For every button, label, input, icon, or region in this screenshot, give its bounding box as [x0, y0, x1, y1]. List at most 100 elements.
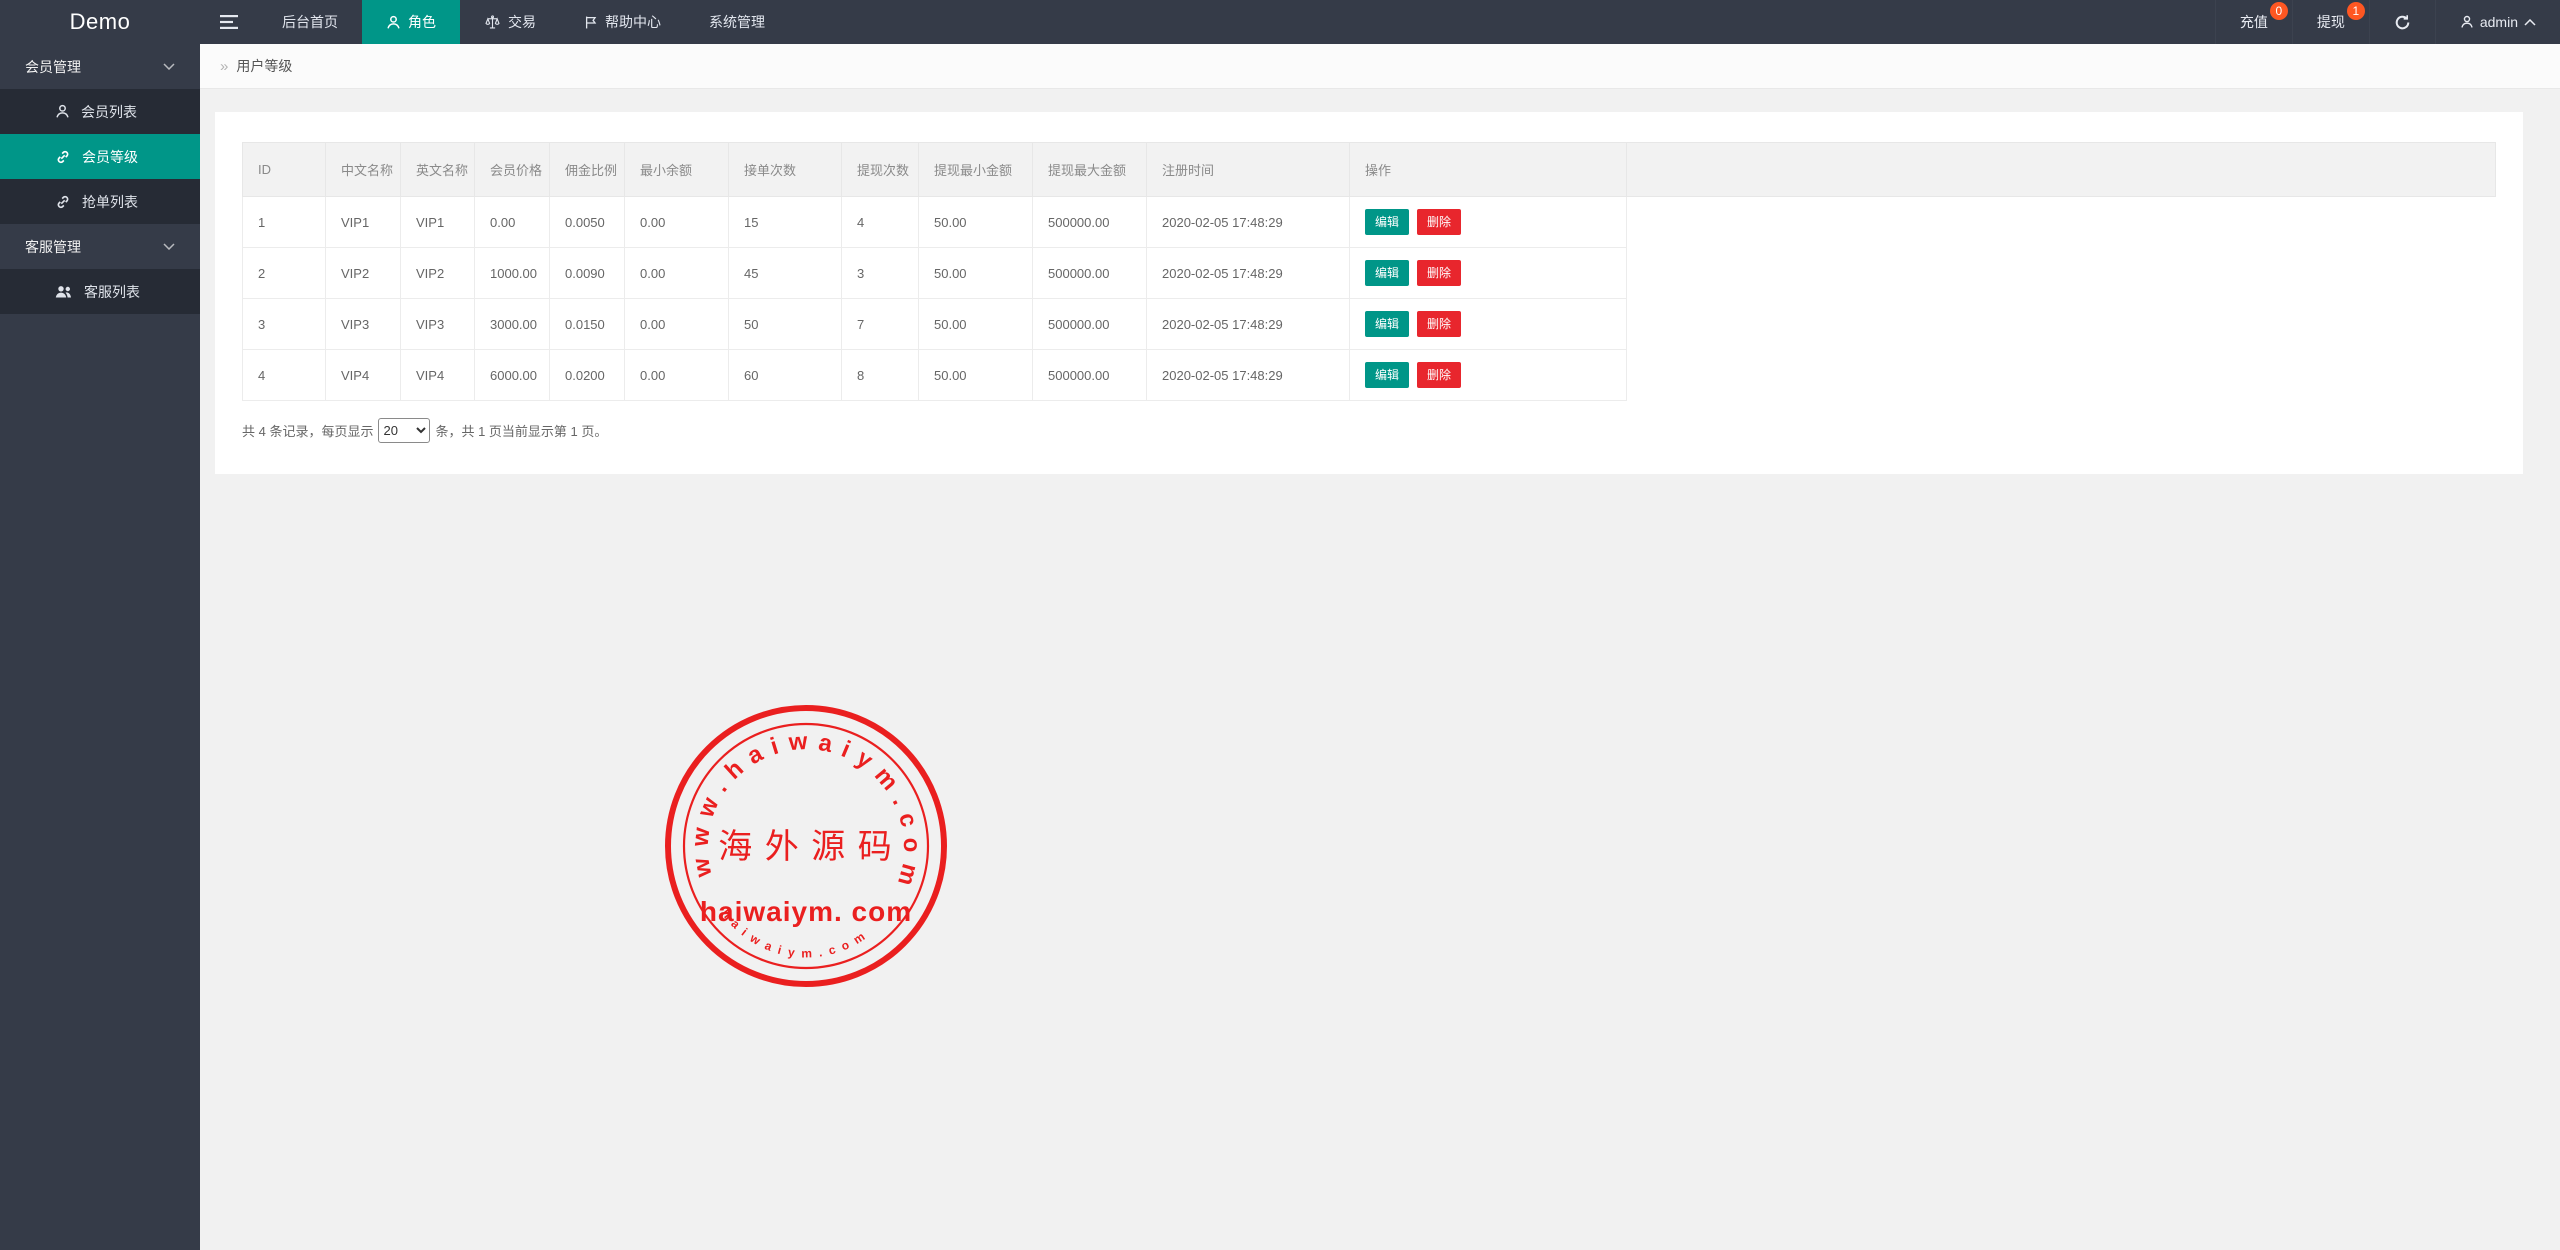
delete-button[interactable]: 删除 — [1417, 260, 1461, 286]
cell-withdraw_max: 500000.00 — [1033, 299, 1147, 350]
cell-cn_name: VIP2 — [326, 248, 401, 299]
column-header: 会员价格 — [475, 143, 550, 197]
cell-actions: 编辑删除 — [1350, 350, 1627, 401]
nav-item-trade[interactable]: 交易 — [460, 0, 560, 44]
sidebar-group-service[interactable]: 客服管理 — [0, 224, 200, 269]
cell-min_balance: 0.00 — [625, 248, 729, 299]
cell-blank — [1627, 299, 2496, 350]
column-header: 提现最小金额 — [919, 143, 1033, 197]
recharge-badge: 0 — [2270, 2, 2288, 20]
column-header: 英文名称 — [401, 143, 475, 197]
withdraw-badge: 1 — [2347, 2, 2365, 20]
cell-blank — [1627, 197, 2496, 248]
delete-button[interactable]: 删除 — [1417, 311, 1461, 337]
sidebar-group-member[interactable]: 会员管理 — [0, 44, 200, 89]
delete-button[interactable]: 删除 — [1417, 209, 1461, 235]
cell-actions: 编辑删除 — [1350, 197, 1627, 248]
cell-withdraw_count: 7 — [842, 299, 919, 350]
cell-id: 1 — [243, 197, 326, 248]
cell-withdraw_max: 500000.00 — [1033, 350, 1147, 401]
table-row: 1VIP1VIP10.000.00500.0015450.00500000.00… — [243, 197, 2496, 248]
user-icon — [2460, 15, 2474, 29]
column-header: ID — [243, 143, 326, 197]
nav-item-home[interactable]: 后台首页 — [258, 0, 362, 44]
hamburger-icon — [220, 15, 238, 29]
cell-withdraw_min: 50.00 — [919, 197, 1033, 248]
cell-commission: 0.0150 — [550, 299, 625, 350]
topbar: Demo 后台首页 角色 交易 帮助中心 系统管理 充值 0 提现 — [0, 0, 2560, 44]
cell-commission: 0.0090 — [550, 248, 625, 299]
cell-register_time: 2020-02-05 17:48:29 — [1147, 248, 1350, 299]
link-icon — [55, 194, 71, 210]
breadcrumb-bar: » 用户等级 — [200, 44, 2560, 89]
column-header: 提现最大金额 — [1033, 143, 1147, 197]
page-size-select[interactable]: 20 — [378, 418, 430, 443]
scales-icon — [484, 15, 501, 30]
delete-button[interactable]: 删除 — [1417, 362, 1461, 388]
breadcrumb-arrow-icon: » — [220, 58, 228, 75]
chevron-down-icon — [163, 63, 175, 70]
withdraw-button[interactable]: 提现 1 — [2292, 0, 2369, 44]
cell-register_time: 2020-02-05 17:48:29 — [1147, 299, 1350, 350]
cell-order_count: 50 — [729, 299, 842, 350]
cell-id: 4 — [243, 350, 326, 401]
main-content: ID中文名称英文名称会员价格佣金比例最小余额接单次数提现次数提现最小金额提现最大… — [200, 89, 2560, 1250]
app-logo: Demo — [0, 0, 200, 44]
table-row: 3VIP3VIP33000.000.01500.0050750.00500000… — [243, 299, 2496, 350]
cell-cn_name: VIP1 — [326, 197, 401, 248]
cell-withdraw_max: 500000.00 — [1033, 197, 1147, 248]
users-icon — [55, 285, 73, 299]
table-header-row: ID中文名称英文名称会员价格佣金比例最小余额接单次数提现次数提现最小金额提现最大… — [243, 143, 2496, 197]
username: admin — [2480, 14, 2518, 30]
edit-button[interactable]: 编辑 — [1365, 209, 1409, 235]
edit-button[interactable]: 编辑 — [1365, 311, 1409, 337]
user-menu[interactable]: admin — [2435, 0, 2560, 44]
pagination: 共 4 条记录，每页显示 20 条，共 1 页当前显示第 1 页。 — [242, 418, 2496, 443]
column-header: 佣金比例 — [550, 143, 625, 197]
cell-order_count: 15 — [729, 197, 842, 248]
sidebar-item-member-list[interactable]: 会员列表 — [0, 89, 200, 134]
table-row: 2VIP2VIP21000.000.00900.0045350.00500000… — [243, 248, 2496, 299]
sidebar-item-service-list[interactable]: 客服列表 — [0, 269, 200, 314]
person-icon — [386, 15, 401, 30]
chevron-up-icon — [2524, 19, 2536, 26]
table-row: 4VIP4VIP46000.000.02000.0060850.00500000… — [243, 350, 2496, 401]
edit-button[interactable]: 编辑 — [1365, 260, 1409, 286]
cell-en_name: VIP1 — [401, 197, 475, 248]
cell-commission: 0.0050 — [550, 197, 625, 248]
cell-cn_name: VIP4 — [326, 350, 401, 401]
cell-register_time: 2020-02-05 17:48:29 — [1147, 197, 1350, 248]
column-header: 中文名称 — [326, 143, 401, 197]
sidebar: 会员管理 会员列表 会员等级 抢单列表 客服管理 客服列表 — [0, 44, 200, 1250]
sidebar-item-order-list[interactable]: 抢单列表 — [0, 179, 200, 224]
cell-en_name: VIP4 — [401, 350, 475, 401]
nav-item-role[interactable]: 角色 — [362, 0, 460, 44]
pagination-suffix: 条，共 1 页当前显示第 1 页。 — [435, 421, 607, 440]
cell-min_balance: 0.00 — [625, 197, 729, 248]
cell-withdraw_max: 500000.00 — [1033, 248, 1147, 299]
pagination-prefix: 共 4 条记录，每页显示 — [242, 421, 373, 440]
edit-button[interactable]: 编辑 — [1365, 362, 1409, 388]
cell-withdraw_count: 8 — [842, 350, 919, 401]
cell-order_count: 60 — [729, 350, 842, 401]
column-header: 最小余额 — [625, 143, 729, 197]
chevron-down-icon — [163, 243, 175, 250]
column-header: 操作 — [1350, 143, 1627, 197]
cell-price: 1000.00 — [475, 248, 550, 299]
cell-withdraw_min: 50.00 — [919, 350, 1033, 401]
cell-min_balance: 0.00 — [625, 350, 729, 401]
nav-item-help[interactable]: 帮助中心 — [560, 0, 685, 44]
nav-item-system[interactable]: 系统管理 — [685, 0, 789, 44]
sidebar-toggle-button[interactable] — [200, 0, 258, 44]
cell-blank — [1627, 350, 2496, 401]
refresh-button[interactable] — [2369, 0, 2435, 44]
column-header: 接单次数 — [729, 143, 842, 197]
cell-withdraw_min: 50.00 — [919, 299, 1033, 350]
cell-price: 6000.00 — [475, 350, 550, 401]
refresh-icon — [2394, 14, 2411, 31]
recharge-button[interactable]: 充值 0 — [2215, 0, 2292, 44]
cell-cn_name: VIP3 — [326, 299, 401, 350]
cell-en_name: VIP2 — [401, 248, 475, 299]
sidebar-item-member-level[interactable]: 会员等级 — [0, 134, 200, 179]
cell-id: 2 — [243, 248, 326, 299]
